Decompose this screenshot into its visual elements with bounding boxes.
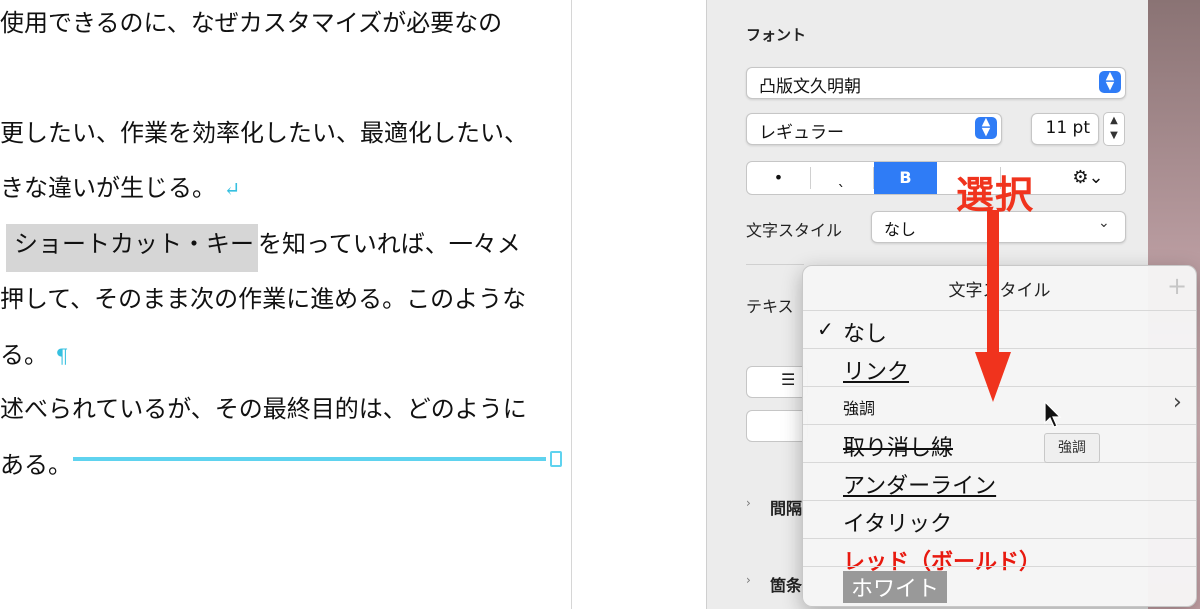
doc-line: ある。 [0,451,72,479]
chevron-updown-icon: ▲ ▼ [1099,70,1121,93]
horizontal-rule [73,457,546,461]
menu-item-label: ホワイト [843,571,948,603]
menu-item-label: リンク [843,360,910,385]
mouse-cursor-icon [1044,401,1062,428]
doc-line: きな違いが生じる。 ↵ [0,172,240,205]
font-family-popup[interactable]: 凸版文久明朝 ▲ ▼ [746,67,1126,99]
font-style-popup[interactable]: レギュラー ▲ ▼ [746,113,1002,145]
menu-item-label: 強調 [843,399,876,418]
bold-button[interactable]: B [874,162,937,194]
doc-line: 述べられているが、その最終目的は、どのように [0,395,527,423]
char-style-menu: 文字スタイル + ✓ なし リンク 強調 › 取り消し線 アンダーライン イタリ… [802,265,1197,607]
menu-title: 文字スタイル [948,281,1051,301]
doc-line: 押して、そのまま次の作業に進める。このような [0,285,527,313]
doc-line: る。 ¶ [0,339,68,372]
text-section-label: テキス [746,297,794,316]
align-left-icon: ☰ [781,370,796,389]
selected-text[interactable]: ショートカット・キー [6,224,258,272]
style-tick-button[interactable]: ˎ [810,162,873,194]
gear-icon[interactable]: ⚙⌄ [1053,162,1123,194]
char-style-value: なし [884,220,917,239]
add-style-button[interactable]: + [1167,272,1187,300]
align-left-button[interactable]: ☰ [746,366,808,398]
font-size-value: 11 pt [1045,118,1091,138]
doc-line-text: る。 [0,341,48,369]
menu-item-white[interactable]: ホワイト [803,566,1196,604]
annotation-arrow [987,210,999,360]
document-canvas[interactable]: 使用できるのに、なぜカスタマイズが必要なの 更したい、作業を効率化したい、最適化… [0,0,572,609]
submenu-chevron-icon: › [1173,390,1182,415]
char-style-label: 文字スタイル [746,221,843,240]
font-style-segmented: • ˎ B ⚙⌄ [746,161,1126,195]
menu-item-underline[interactable]: アンダーライン [803,462,1196,500]
style-dot-button[interactable]: • [747,162,810,194]
font-section-label: フォント [746,26,807,44]
doc-line: ショートカット・キー を知っていれば、一々メ [0,224,521,272]
font-family-value: 凸版文久明朝 [759,77,861,97]
checkmark-icon: ✓ [817,317,834,341]
menu-item-label: イタリック [843,512,953,537]
doc-line: 更したい、作業を効率化したい、最適化したい、 [0,119,528,147]
menu-item-strikethrough[interactable]: 取り消し線 [803,424,1196,462]
menu-item-none[interactable]: ✓ なし [803,310,1196,348]
chevron-down-icon: ⌄ [1098,215,1110,231]
menu-item-label: アンダーライン [843,474,997,499]
menu-item-italic[interactable]: イタリック [803,500,1196,538]
menu-item-label: 取り消し線 [843,436,954,461]
bullets-label: 箇条 [770,576,803,595]
tooltip: 強調 [1044,433,1100,463]
font-style-value: レギュラー [759,123,844,143]
disclosure-icon[interactable]: › [746,573,751,587]
doc-line: 使用できるのに、なぜカスタマイズが必要なの [0,9,503,37]
pilcrow-icon: ¶ [55,344,69,368]
divider [746,264,804,265]
annotation-arrow-head [975,352,1011,402]
page-break-icon [550,451,562,467]
doc-line-text: きな違いが生じる。 [0,174,216,202]
chevron-updown-icon: ▲ ▼ [975,116,997,139]
gutter [572,0,706,609]
disclosure-icon[interactable]: › [746,496,751,510]
doc-line-text: を知っていれば、一々メ [258,230,521,258]
font-size-stepper[interactable]: ▲ ▼ [1103,112,1125,146]
font-size-field[interactable]: 11 pt [1031,113,1099,145]
spacing-label: 間隔 [770,499,803,518]
menu-item-label: なし [843,322,888,347]
alignment-control[interactable] [746,410,808,442]
return-mark-icon: ↵ [223,177,241,201]
